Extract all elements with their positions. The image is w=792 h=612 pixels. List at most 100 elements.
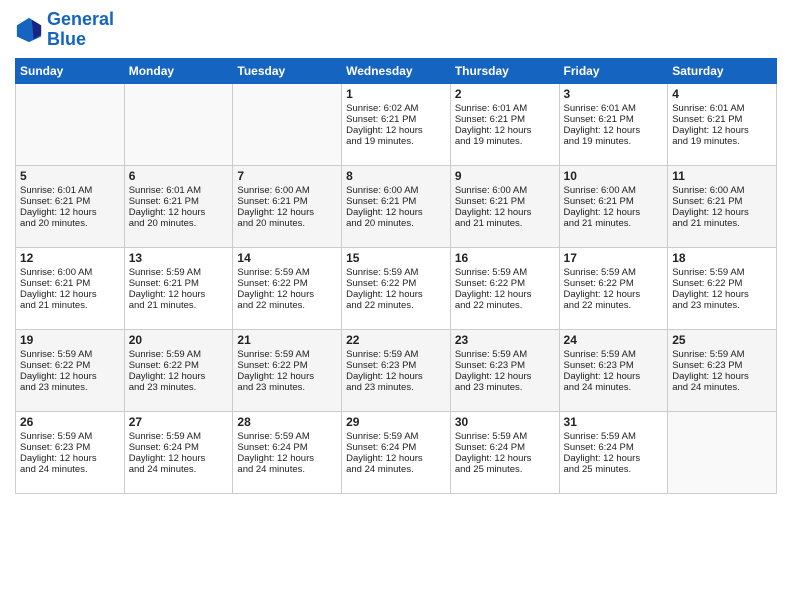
day-info: Sunrise: 6:01 AM xyxy=(129,185,229,196)
day-info: and 24 minutes. xyxy=(129,464,229,475)
day-info: Daylight: 12 hours xyxy=(237,289,337,300)
header: General Blue xyxy=(15,10,777,50)
day-info: Sunset: 6:22 PM xyxy=(455,278,555,289)
day-info: and 25 minutes. xyxy=(455,464,555,475)
calendar-cell: 16Sunrise: 5:59 AMSunset: 6:22 PMDayligh… xyxy=(450,247,559,329)
day-info: Sunrise: 5:59 AM xyxy=(129,431,229,442)
day-number: 6 xyxy=(129,169,229,183)
day-info: Sunrise: 6:00 AM xyxy=(346,185,446,196)
day-info: Sunrise: 5:59 AM xyxy=(237,267,337,278)
calendar-cell: 8 Sunrise: 6:00 AMSunset: 6:21 PMDaylight… xyxy=(342,165,451,247)
day-info: and 19 minutes. xyxy=(455,136,555,147)
day-number: 10 xyxy=(564,169,664,183)
calendar-header: SundayMondayTuesdayWednesdayThursdayFrid… xyxy=(16,58,777,83)
day-info: Sunrise: 6:01 AM xyxy=(455,103,555,114)
day-info: Daylight: 12 hours xyxy=(346,207,446,218)
day-info: Sunrise: 5:59 AM xyxy=(672,267,772,278)
day-info: Sunrise: 5:59 AM xyxy=(455,267,555,278)
day-number: 7 xyxy=(237,169,337,183)
day-info: Sunrise: 5:59 AM xyxy=(237,349,337,360)
calendar-cell: 25Sunrise: 5:59 AMSunset: 6:23 PMDayligh… xyxy=(668,329,777,411)
day-info: Daylight: 12 hours xyxy=(564,453,664,464)
day-info: Sunrise: 6:00 AM xyxy=(237,185,337,196)
day-info: Daylight: 12 hours xyxy=(564,207,664,218)
day-info: Daylight: 12 hours xyxy=(237,371,337,382)
day-info: Sunset: 6:22 PM xyxy=(20,360,120,371)
day-number: 1 xyxy=(346,87,446,101)
day-number: 26 xyxy=(20,415,120,429)
weekday-header-thursday: Thursday xyxy=(450,58,559,83)
calendar-cell: 10Sunrise: 6:00 AMSunset: 6:21 PMDayligh… xyxy=(559,165,668,247)
day-number: 30 xyxy=(455,415,555,429)
calendar-cell: 3Sunrise: 6:01 AMSunset: 6:21 PMDaylight… xyxy=(559,83,668,165)
day-info: Daylight: 12 hours xyxy=(129,289,229,300)
weekday-header-row: SundayMondayTuesdayWednesdayThursdayFrid… xyxy=(16,58,777,83)
day-info: Daylight: 12 hours xyxy=(455,125,555,136)
day-number: 14 xyxy=(237,251,337,265)
day-info: Sunset: 6:24 PM xyxy=(564,442,664,453)
day-info: and 22 minutes. xyxy=(346,300,446,311)
day-info: Sunrise: 5:59 AM xyxy=(564,431,664,442)
day-info: Sunrise: 6:01 AM xyxy=(20,185,120,196)
day-info: Daylight: 12 hours xyxy=(237,207,337,218)
calendar-cell: 29Sunrise: 5:59 AMSunset: 6:24 PMDayligh… xyxy=(342,411,451,493)
day-info: Sunset: 6:22 PM xyxy=(672,278,772,289)
calendar-cell: 1Sunrise: 6:02 AMSunset: 6:21 PMDaylight… xyxy=(342,83,451,165)
calendar-cell: 7Sunrise: 6:00 AMSunset: 6:21 PMDaylight… xyxy=(233,165,342,247)
day-info: Sunset: 6:23 PM xyxy=(455,360,555,371)
day-number: 24 xyxy=(564,333,664,347)
day-info: Sunset: 6:21 PM xyxy=(20,278,120,289)
day-info: Sunrise: 6:00 AM xyxy=(20,267,120,278)
calendar-cell: 28Sunrise: 5:59 AMSunset: 6:24 PMDayligh… xyxy=(233,411,342,493)
day-info: Sunset: 6:22 PM xyxy=(129,360,229,371)
calendar-cell: 12Sunrise: 6:00 AMSunset: 6:21 PMDayligh… xyxy=(16,247,125,329)
calendar-cell: 27Sunrise: 5:59 AMSunset: 6:24 PMDayligh… xyxy=(124,411,233,493)
day-info: and 24 minutes. xyxy=(20,464,120,475)
day-info: Sunset: 6:21 PM xyxy=(564,114,664,125)
calendar-cell xyxy=(668,411,777,493)
day-info: Sunrise: 6:02 AM xyxy=(346,103,446,114)
day-info: and 19 minutes. xyxy=(346,136,446,147)
day-number: 18 xyxy=(672,251,772,265)
calendar-week-2: 5Sunrise: 6:01 AMSunset: 6:21 PMDaylight… xyxy=(16,165,777,247)
day-number: 19 xyxy=(20,333,120,347)
day-number: 9 xyxy=(455,169,555,183)
day-info: and 20 minutes. xyxy=(129,218,229,229)
day-info: Sunrise: 5:59 AM xyxy=(455,349,555,360)
weekday-header-friday: Friday xyxy=(559,58,668,83)
weekday-header-wednesday: Wednesday xyxy=(342,58,451,83)
day-number: 8 xyxy=(346,169,446,183)
day-info: and 22 minutes. xyxy=(237,300,337,311)
day-info: and 22 minutes. xyxy=(564,300,664,311)
day-info: Sunset: 6:21 PM xyxy=(129,196,229,207)
day-info: and 19 minutes. xyxy=(672,136,772,147)
day-number: 5 xyxy=(20,169,120,183)
day-info: Daylight: 12 hours xyxy=(455,289,555,300)
calendar-body: 1Sunrise: 6:02 AMSunset: 6:21 PMDaylight… xyxy=(16,83,777,493)
day-number: 31 xyxy=(564,415,664,429)
day-info: Sunset: 6:21 PM xyxy=(346,196,446,207)
day-info: Daylight: 12 hours xyxy=(672,371,772,382)
day-info: Daylight: 12 hours xyxy=(20,371,120,382)
logo-icon xyxy=(15,16,43,44)
calendar-week-3: 12Sunrise: 6:00 AMSunset: 6:21 PMDayligh… xyxy=(16,247,777,329)
day-info: Sunrise: 5:59 AM xyxy=(20,349,120,360)
day-info: Daylight: 12 hours xyxy=(346,289,446,300)
day-info: and 24 minutes. xyxy=(237,464,337,475)
day-info: Sunset: 6:24 PM xyxy=(455,442,555,453)
day-number: 13 xyxy=(129,251,229,265)
day-info: Daylight: 12 hours xyxy=(129,453,229,464)
calendar-week-1: 1Sunrise: 6:02 AMSunset: 6:21 PMDaylight… xyxy=(16,83,777,165)
day-info: Sunset: 6:21 PM xyxy=(455,196,555,207)
calendar-cell: 26Sunrise: 5:59 AMSunset: 6:23 PMDayligh… xyxy=(16,411,125,493)
day-info: and 25 minutes. xyxy=(564,464,664,475)
day-info: and 21 minutes. xyxy=(672,218,772,229)
day-info: Daylight: 12 hours xyxy=(346,125,446,136)
day-info: Sunset: 6:21 PM xyxy=(455,114,555,125)
day-info: and 22 minutes. xyxy=(455,300,555,311)
day-number: 2 xyxy=(455,87,555,101)
day-info: Sunrise: 5:59 AM xyxy=(20,431,120,442)
day-info: and 20 minutes. xyxy=(237,218,337,229)
day-info: Sunrise: 5:59 AM xyxy=(564,267,664,278)
calendar-cell: 23Sunrise: 5:59 AMSunset: 6:23 PMDayligh… xyxy=(450,329,559,411)
